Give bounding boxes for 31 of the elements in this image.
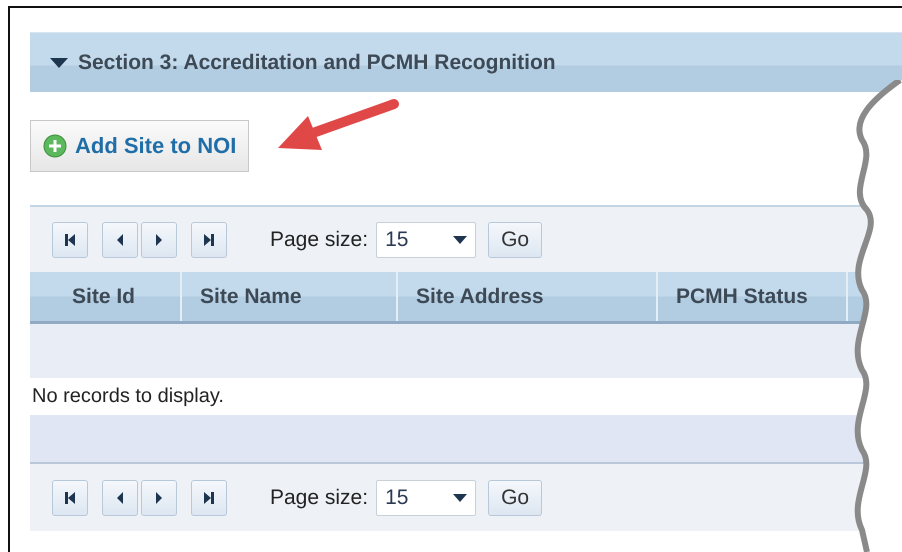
go-button[interactable]: Go: [488, 480, 542, 516]
page-size-dropdown[interactable]: 15: [376, 222, 476, 258]
section-header[interactable]: Section 3: Accreditation and PCMH Recognition: [30, 32, 902, 92]
next-page-button[interactable]: [141, 480, 177, 516]
first-page-button[interactable]: [52, 480, 88, 516]
page-size-label: Page size:: [270, 486, 368, 510]
column-header[interactable]: Site Name: [182, 272, 398, 321]
page-size-dropdown[interactable]: 15: [376, 480, 476, 516]
last-page-icon: [203, 490, 215, 504]
first-page-icon: [64, 232, 76, 246]
last-page-button[interactable]: [191, 222, 227, 258]
column-header[interactable]: Site Id: [30, 272, 182, 321]
next-page-icon: [153, 490, 165, 504]
next-page-icon: [153, 232, 165, 246]
section-title: Section 3: Accreditation and PCMH Recognition: [78, 50, 556, 74]
plus-icon: [43, 134, 67, 158]
caret-icon: [453, 494, 468, 502]
first-page-button[interactable]: [52, 222, 88, 258]
column-header[interactable]: Site Address: [398, 272, 658, 321]
column-header[interactable]: PCMH Status: [658, 272, 848, 321]
go-button[interactable]: Go: [488, 222, 542, 258]
previous-page-button[interactable]: [102, 222, 138, 258]
page-size-label: Page size:: [270, 228, 368, 252]
next-page-button[interactable]: [141, 222, 177, 258]
add-site-button[interactable]: Add Site to NOI: [30, 120, 250, 172]
last-page-button[interactable]: [191, 480, 227, 516]
caret-icon: [453, 236, 468, 244]
empty-message: No records to display.: [32, 385, 224, 408]
last-page-icon: [203, 232, 215, 246]
previous-page-button[interactable]: [102, 480, 138, 516]
first-page-icon: [64, 490, 76, 504]
